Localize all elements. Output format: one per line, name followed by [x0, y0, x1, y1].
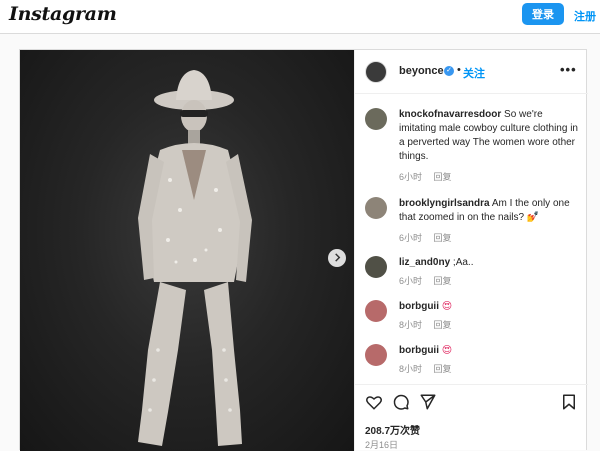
comments-list: knockofnavarresdoor So we're imitating m… — [355, 94, 588, 384]
comment-meta: 6小时 回复 — [399, 274, 461, 287]
comment-icon[interactable] — [392, 393, 410, 411]
post-sidebar: beyonce ✓ • 关注 ••• knockofnavarresdoor S… — [354, 50, 588, 451]
reply-button[interactable]: 回复 — [434, 233, 452, 243]
comment-username[interactable]: knockofnavarresdoor — [399, 109, 501, 120]
comment-body: ;Aa.. — [452, 257, 474, 268]
comment-text: knockofnavarresdoor So we're imitating m… — [399, 108, 581, 164]
instagram-logo[interactable]: Instagram — [9, 3, 117, 25]
login-button[interactable]: 登录 — [522, 3, 564, 25]
reply-button[interactable]: 回复 — [434, 276, 452, 286]
avatar[interactable] — [365, 256, 387, 278]
chevron-right-icon — [333, 249, 342, 267]
comment-time: 6小时 — [399, 276, 423, 286]
post-card: beyonce ✓ • 关注 ••• knockofnavarresdoor S… — [19, 49, 588, 451]
follow-button[interactable]: 关注 — [463, 65, 485, 81]
comment-time: 6小时 — [399, 172, 423, 182]
avatar[interactable] — [365, 344, 387, 366]
more-icon[interactable]: ••• — [560, 62, 577, 77]
comment-username[interactable]: borbguii — [399, 345, 439, 356]
comment-time: 8小时 — [399, 364, 423, 374]
comment-time: 6小时 — [399, 233, 423, 243]
likes-count[interactable]: 208.7万次赞 — [365, 422, 420, 437]
comment-meta: 6小时 回复 — [399, 170, 461, 183]
reply-button[interactable]: 回复 — [434, 172, 452, 182]
heart-icon[interactable] — [365, 393, 383, 411]
comment-username[interactable]: brooklyngirlsandra — [399, 198, 490, 209]
avatar[interactable] — [365, 197, 387, 219]
reply-button[interactable]: 回复 — [434, 320, 452, 330]
comment-body: 😍 — [441, 345, 453, 356]
post-header: beyonce ✓ • 关注 ••• — [355, 50, 588, 94]
author-name[interactable]: beyonce — [399, 65, 444, 77]
post-photo[interactable] — [20, 50, 354, 451]
comment-text: liz_and0ny ;Aa.. — [399, 256, 581, 270]
comment-username[interactable]: borbguii — [399, 301, 439, 312]
comment-meta: 8小时 回复 — [399, 318, 461, 331]
person-illustration — [138, 70, 252, 446]
avatar[interactable] — [365, 300, 387, 322]
next-photo-button[interactable] — [328, 249, 346, 267]
comment-time: 8小时 — [399, 320, 423, 330]
verified-icon: ✓ — [444, 66, 454, 76]
top-bar: Instagram 登录 注册 — [0, 0, 600, 34]
comment-meta: 6小时 回复 — [399, 231, 461, 244]
comment-username[interactable]: liz_and0ny — [399, 257, 450, 268]
post-date: 2月16日 — [365, 440, 399, 450]
separator-dot: • — [457, 64, 461, 76]
author-avatar[interactable] — [365, 61, 387, 83]
signup-link[interactable]: 注册 — [574, 8, 596, 24]
comment-meta: 8小时 回复 — [399, 362, 461, 375]
comment-text: brooklyngirlsandra Am I the only one tha… — [399, 197, 581, 225]
share-icon[interactable] — [419, 393, 437, 411]
reply-button[interactable]: 回复 — [434, 364, 452, 374]
comment-body: 😍 — [441, 301, 453, 312]
bookmark-icon[interactable] — [560, 393, 578, 411]
action-bar: 208.7万次赞 2月16日 — [355, 384, 588, 451]
avatar[interactable] — [365, 108, 387, 130]
comment-text: borbguii 😍 — [399, 344, 581, 358]
comment-text: borbguii 😍 — [399, 300, 581, 314]
